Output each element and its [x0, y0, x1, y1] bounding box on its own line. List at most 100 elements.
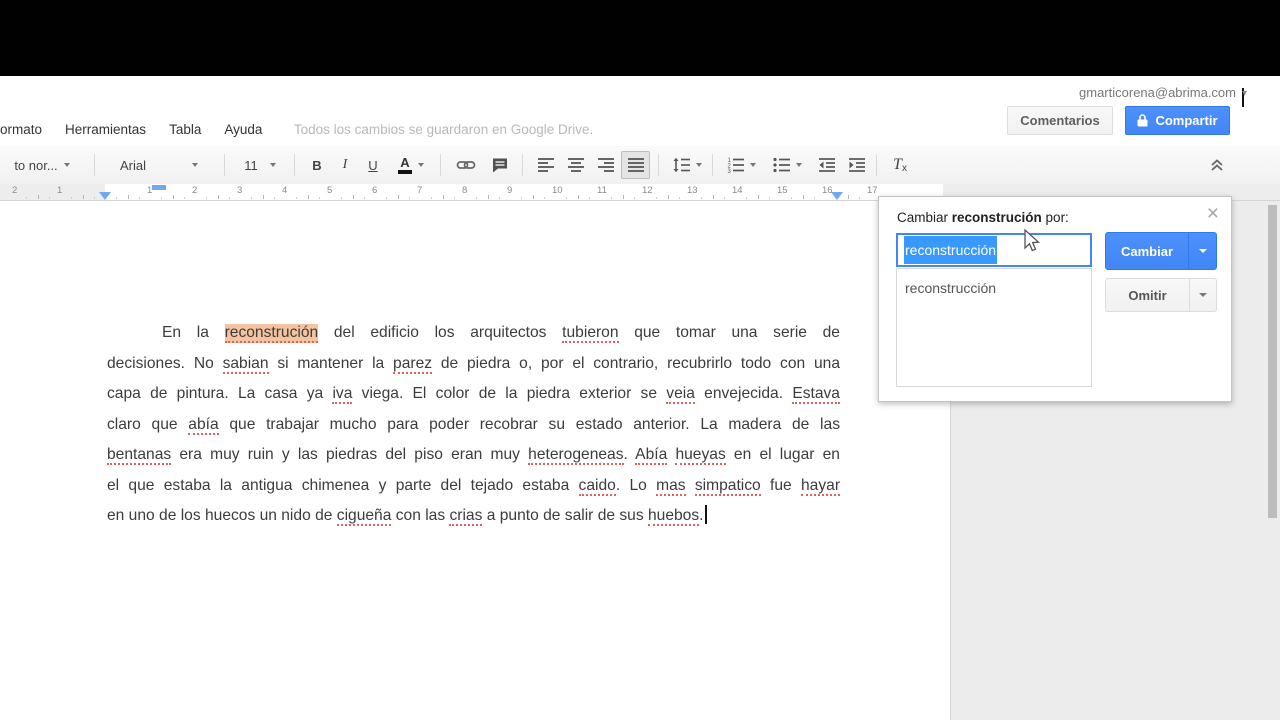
- ruler-number: 9: [507, 185, 512, 196]
- replacement-input[interactable]: reconstrucción: [896, 233, 1092, 267]
- comments-button[interactable]: Comentarios: [1007, 106, 1113, 135]
- ruler-dot: [769, 197, 770, 199]
- misspelled-word[interactable]: bentanas: [107, 446, 171, 465]
- align-center-icon: [568, 157, 584, 173]
- misspelled-word[interactable]: simpatico: [695, 477, 761, 496]
- misspelled-word[interactable]: heterogeneas: [528, 446, 623, 465]
- misspelled-word[interactable]: abía: [188, 416, 218, 435]
- bold-glyph: B: [312, 158, 321, 173]
- document-line: capa de pintura. La casa ya iva viega. E…: [107, 379, 840, 410]
- right-indent-marker[interactable]: [831, 192, 843, 200]
- doc-text: que trabajar mucho para poder recobrar s…: [219, 416, 840, 433]
- ruler-tick: [533, 195, 534, 199]
- ruler-dot: [724, 197, 725, 199]
- ruler-dot: [251, 197, 252, 199]
- misspelled-word[interactable]: veia: [666, 385, 695, 404]
- align-left-button[interactable]: [531, 151, 560, 179]
- misspelled-word[interactable]: mas: [656, 477, 685, 496]
- ruler-tick: [578, 195, 579, 199]
- change-button[interactable]: Cambiar: [1105, 232, 1217, 270]
- dialog-misspelled-word: reconstrución: [952, 210, 1042, 225]
- misspelled-word[interactable]: crias: [449, 507, 482, 526]
- insert-comment-button[interactable]: [484, 151, 516, 179]
- increase-indent-button[interactable]: [842, 151, 871, 179]
- ruler-number: 5: [327, 185, 332, 196]
- decrease-indent-button[interactable]: [812, 151, 841, 179]
- ruler-tick: [803, 195, 804, 199]
- menu-item-ayuda[interactable]: Ayuda: [224, 116, 262, 144]
- letterbox-top: [0, 0, 1280, 76]
- text-cursor: [705, 505, 707, 524]
- close-icon[interactable]: ×: [1207, 203, 1219, 224]
- share-button[interactable]: Compartir: [1125, 106, 1230, 135]
- misspelled-word[interactable]: hayar: [801, 477, 840, 496]
- account-menu[interactable]: gmarticorena@abrima.com▾: [1079, 85, 1244, 107]
- ruler-tick: [38, 195, 39, 199]
- menu-item-tabla[interactable]: Tabla: [169, 116, 201, 144]
- ruler-tick: [173, 195, 174, 199]
- misspelled-word[interactable]: hueyas: [675, 446, 725, 465]
- misspelled-word[interactable]: tubieron: [562, 324, 618, 343]
- ruler-dot: [656, 197, 657, 199]
- line-spacing-dropdown[interactable]: [666, 151, 708, 179]
- misspelled-word[interactable]: huebos: [648, 507, 699, 526]
- collapse-toolbar-button[interactable]: [1202, 151, 1232, 179]
- styles-dropdown[interactable]: to nor...: [0, 151, 84, 179]
- doc-text: era muy ruin y las piedras del piso eran…: [171, 446, 528, 463]
- menu-item-herramientas[interactable]: Herramientas: [65, 116, 146, 144]
- ruler-dot: [184, 197, 185, 199]
- ruler-number: 7: [417, 185, 422, 196]
- align-justify-icon: [628, 157, 644, 173]
- omit-dropdown[interactable]: [1189, 279, 1216, 311]
- ruler-number: 17: [867, 185, 878, 196]
- ruler-dot: [499, 197, 500, 199]
- omit-button[interactable]: Omitir: [1105, 278, 1217, 312]
- separator: [712, 154, 713, 176]
- misspelled-word[interactable]: cigueña: [337, 507, 392, 526]
- font-dropdown[interactable]: Arial: [102, 151, 216, 179]
- align-justify-button[interactable]: [621, 151, 650, 179]
- font-size-dropdown[interactable]: 11: [234, 151, 286, 179]
- document-line: claro que abía que trabajar mucho para p…: [107, 410, 840, 441]
- first-line-indent-marker[interactable]: [152, 185, 166, 190]
- misspelled-word[interactable]: parez: [393, 355, 432, 374]
- menu-item-ormato[interactable]: ormato: [0, 116, 42, 144]
- underline-button[interactable]: U: [360, 151, 386, 179]
- ruler-tick: [353, 195, 354, 199]
- misspelled-word[interactable]: iva: [332, 385, 352, 404]
- ruler-dot: [476, 197, 477, 199]
- document-line: decisiones. No sabian si mantener la par…: [107, 349, 840, 380]
- change-dropdown[interactable]: [1188, 233, 1216, 269]
- insert-link-button[interactable]: [450, 151, 482, 179]
- align-center-button[interactable]: [561, 151, 590, 179]
- chevron-down-icon: [270, 163, 276, 167]
- misspelled-word[interactable]: Estava: [792, 385, 840, 404]
- ruler-number: 1: [57, 185, 62, 196]
- vertical-scrollbar[interactable]: [1268, 205, 1277, 518]
- numbered-list-dropdown[interactable]: 123: [719, 151, 763, 179]
- ruler-number: 8: [462, 185, 467, 196]
- misspelled-word[interactable]: caido: [579, 477, 616, 496]
- suggestion-item[interactable]: reconstrucción: [897, 269, 1091, 307]
- misspelled-word[interactable]: Abía: [635, 446, 667, 465]
- clear-formatting-button[interactable]: Tx: [884, 151, 916, 179]
- misspelled-word[interactable]: reconstrución: [225, 324, 319, 343]
- ruler-dot: [364, 197, 365, 199]
- italic-button[interactable]: I: [332, 151, 358, 179]
- bullet-list-dropdown[interactable]: [765, 151, 809, 179]
- bold-button[interactable]: B: [304, 151, 330, 179]
- text-color-button[interactable]: A: [390, 151, 432, 179]
- toolbar: to nor... Arial 11 B I U A: [0, 146, 1280, 185]
- ruler-number: 2: [12, 185, 17, 196]
- ruler-dot: [341, 197, 342, 199]
- ruler-dot: [139, 197, 140, 199]
- doc-text: que tomar una serie de: [619, 324, 840, 341]
- left-indent-marker[interactable]: [99, 192, 111, 200]
- separator: [658, 154, 659, 176]
- document-text[interactable]: En la reconstrución del edificio los arq…: [107, 318, 840, 532]
- lock-icon: [1137, 114, 1148, 127]
- misspelled-word[interactable]: sabian: [223, 355, 269, 374]
- align-right-button[interactable]: [591, 151, 620, 179]
- doc-text: [686, 477, 695, 494]
- dialog-title-suffix: por:: [1042, 210, 1069, 225]
